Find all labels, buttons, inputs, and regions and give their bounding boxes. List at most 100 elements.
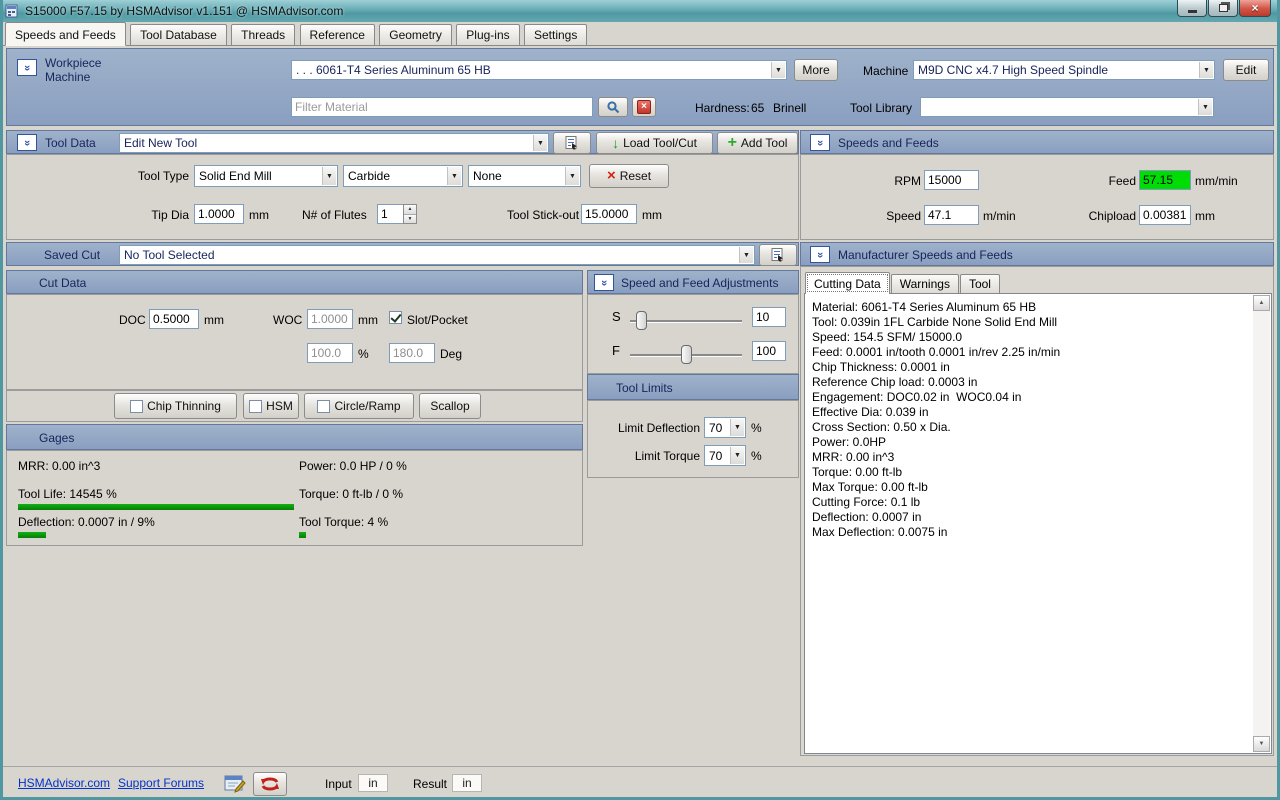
feed-slider-label: F (612, 343, 620, 358)
more-button[interactable]: More (794, 59, 838, 81)
feed-slider-thumb[interactable] (681, 345, 692, 364)
tab-settings[interactable]: Settings (524, 24, 587, 45)
tab-plugins[interactable]: Plug-ins (456, 24, 519, 45)
collapse-workpiece-button[interactable]: » (17, 59, 37, 76)
minimize-button[interactable] (1177, 0, 1207, 17)
tool-coating-select[interactable]: None ▼ (468, 165, 581, 187)
feedback-form-icon[interactable] (223, 773, 247, 795)
search-button[interactable] (598, 97, 628, 117)
select-saved-cut-button[interactable] (759, 244, 797, 266)
scroll-down-button[interactable]: ▼ (1253, 736, 1270, 752)
tab-warnings[interactable]: Warnings (891, 274, 959, 293)
collapse-speeds-feeds-button[interactable]: » (810, 134, 830, 151)
chip-thinning-button[interactable]: Chip Thinning (114, 393, 237, 419)
tab-tool[interactable]: Tool (960, 274, 1000, 293)
stepper-up-button[interactable]: ▲ (404, 205, 416, 214)
doc-input[interactable] (149, 309, 199, 329)
machine-select[interactable]: M9D CNC x4.7 High Speed Spindle ▼ (913, 60, 1215, 80)
stepover-input[interactable] (307, 343, 353, 363)
manufacturer-panel: Cutting Data Warnings Tool Material: 606… (800, 266, 1274, 756)
saved-cut-select[interactable]: No Tool Selected ▼ (119, 245, 755, 265)
circle-ramp-button[interactable]: Circle/Ramp (304, 393, 414, 419)
tool-type-select[interactable]: Solid End Mill ▼ (194, 165, 338, 187)
stickout-input[interactable] (581, 204, 637, 224)
maximize-button[interactable] (1208, 0, 1238, 17)
add-tool-button[interactable]: + Add Tool (717, 132, 798, 154)
limit-deflection-value: 70 (709, 421, 722, 435)
angle-input[interactable] (389, 343, 435, 363)
speed-slider-track[interactable] (630, 320, 742, 322)
workpiece-machine-label: Workpiece Machine (45, 56, 101, 84)
dropdown-arrow-icon: ▼ (730, 419, 744, 436)
angle-unit: Deg (440, 347, 462, 361)
clear-filter-button[interactable]: × (632, 97, 656, 117)
limit-deflection-select[interactable]: 70 ▼ (704, 417, 746, 438)
feed-slider-track[interactable] (630, 354, 742, 356)
hsm-checkbox[interactable] (249, 400, 262, 413)
scroll-down-icon: ▼ (1259, 741, 1265, 747)
stepper-down-button[interactable]: ▼ (404, 214, 416, 224)
saved-cut-header: Saved Cut No Tool Selected ▼ (6, 242, 799, 266)
speed-input[interactable] (924, 205, 979, 225)
tab-cutting-data[interactable]: Cutting Data (805, 272, 890, 294)
tool-library-select[interactable]: ▼ (920, 97, 1214, 117)
result-units-select[interactable]: in (452, 774, 482, 792)
input-units-select[interactable]: in (358, 774, 388, 792)
slot-pocket-checkbox[interactable] (389, 311, 402, 324)
collapse-manufacturer-button[interactable]: » (810, 246, 830, 263)
dropdown-arrow-icon: ▼ (322, 167, 336, 185)
tip-dia-input[interactable] (194, 204, 244, 224)
scallop-button[interactable]: Scallop (419, 393, 481, 419)
select-tool-from-list-button[interactable] (553, 132, 591, 154)
rpm-input[interactable] (924, 170, 979, 190)
edit-machine-button[interactable]: Edit (1223, 59, 1269, 81)
speed-adjust-input[interactable] (752, 307, 786, 327)
tool-material-select-value: Carbide (348, 169, 390, 183)
gages-box: MRR: 0.00 in^3 Power: 0.0 HP / 0 % Tool … (6, 450, 583, 546)
tab-tool-database[interactable]: Tool Database (130, 24, 227, 45)
tab-threads[interactable]: Threads (231, 24, 295, 45)
collapse-adjustments-button[interactable]: » (594, 274, 614, 291)
tool-material-select[interactable]: Carbide ▼ (343, 165, 463, 187)
speeds-feeds-box: RPM Feed mm/min Speed m/min Chipload mm (800, 154, 1274, 240)
cut-options-band: Chip Thinning HSM Circle/Ramp Scallop (6, 390, 583, 422)
flutes-label: N# of Flutes (302, 208, 367, 222)
donate-button[interactable] (253, 772, 287, 796)
tab-geometry[interactable]: Geometry (379, 24, 452, 45)
close-button[interactable]: × (1239, 0, 1271, 17)
chip-thinning-checkbox[interactable] (130, 400, 143, 413)
woc-input[interactable] (307, 309, 353, 329)
tab-speeds-and-feeds[interactable]: Speeds and Feeds (5, 22, 126, 46)
circle-ramp-checkbox[interactable] (317, 400, 330, 413)
hsm-button[interactable]: HSM (243, 393, 299, 419)
material-select-value: . . . 6061-T4 Series Aluminum 65 HB (296, 63, 491, 77)
filter-material-input[interactable] (291, 97, 593, 117)
material-select[interactable]: . . . 6061-T4 Series Aluminum 65 HB ▼ (291, 60, 787, 80)
cutting-data-text: Material: 6061-T4 Series Aluminum 65 HB … (812, 300, 1247, 540)
limit-torque-value: 70 (709, 449, 722, 463)
flutes-input[interactable] (377, 204, 403, 224)
load-tool-cut-button[interactable]: ↓ Load Tool/Cut (596, 132, 713, 154)
chipload-label: Chipload (1081, 209, 1136, 223)
list-select-icon (771, 248, 785, 262)
stepover-unit: % (358, 347, 369, 361)
scrollbar[interactable]: ▲ ▼ (1253, 295, 1270, 752)
hsmadvisor-link[interactable]: HSMAdvisor.com (18, 776, 110, 790)
limit-torque-select[interactable]: 70 ▼ (704, 445, 746, 466)
hardness-value: 65 (751, 101, 764, 115)
tool-select[interactable]: Edit New Tool ▼ (119, 133, 549, 153)
chipload-input[interactable] (1139, 205, 1191, 225)
support-forums-link[interactable]: Support Forums (118, 776, 204, 790)
deflection-bar (18, 532, 46, 538)
chevron-double-down-icon: » (815, 251, 825, 257)
flutes-stepper[interactable]: ▲ ▼ (377, 204, 417, 224)
feed-input[interactable] (1139, 170, 1191, 190)
scroll-up-button[interactable]: ▲ (1253, 295, 1270, 311)
feed-adjust-input[interactable] (752, 341, 786, 361)
manufacturer-header: » Manufacturer Speeds and Feeds (800, 242, 1274, 266)
reset-button[interactable]: × Reset (589, 164, 669, 188)
machine-select-value: M9D CNC x4.7 High Speed Spindle (918, 63, 1108, 77)
speed-slider-thumb[interactable] (636, 311, 647, 330)
tab-reference[interactable]: Reference (300, 24, 375, 45)
collapse-tool-data-button[interactable]: » (17, 134, 37, 151)
